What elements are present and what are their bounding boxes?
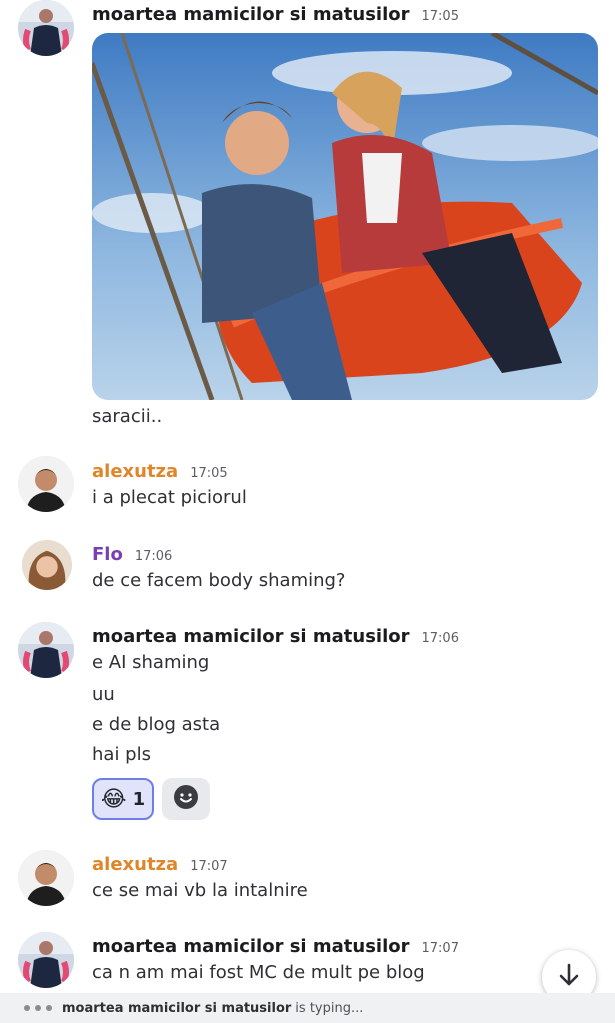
avatar[interactable] <box>18 0 74 56</box>
avatar[interactable] <box>18 456 74 512</box>
avatar[interactable] <box>18 850 74 906</box>
author-name[interactable]: moartea mamicilor si matusilor <box>92 626 410 647</box>
smile-icon <box>173 784 199 815</box>
message-text: saracii.. <box>92 406 163 427</box>
message-text: e AI shaming <box>92 652 210 673</box>
timestamp: 17:06 <box>421 631 459 646</box>
author-name[interactable]: Flo <box>92 544 123 565</box>
avatar[interactable] <box>22 540 72 590</box>
typing-user: moartea mamicilor si matusilor <box>62 1000 292 1016</box>
message-text: hai pls <box>92 744 151 765</box>
author-name[interactable]: moartea mamicilor si matusilor <box>92 936 410 957</box>
timestamp: 17:07 <box>421 941 459 956</box>
roller-coaster-photo[interactable] <box>92 33 598 400</box>
avatar[interactable] <box>18 622 74 678</box>
typing-indicator: moartea mamicilor si matusilor is typing… <box>0 993 615 1023</box>
timestamp: 17:05 <box>421 9 459 24</box>
message-text: ca n am mai fost MC de mult pe blog <box>92 962 425 983</box>
message-text: e de blog asta <box>92 714 221 735</box>
arrow-down-icon <box>556 962 582 992</box>
timestamp: 17:06 <box>134 549 173 564</box>
message-text: ce se mai vb la intalnire <box>92 880 308 901</box>
timestamp: 17:05 <box>190 466 228 481</box>
laughing-emoji: 😂 <box>100 786 127 812</box>
typing-dots-icon <box>24 1005 52 1011</box>
message-text: i a plecat piciorul <box>92 487 247 508</box>
message-text: uu <box>92 684 115 705</box>
author-name[interactable]: alexutza <box>92 461 178 482</box>
typing-suffix: is typing... <box>295 1000 364 1016</box>
author-name[interactable]: alexutza <box>92 854 178 875</box>
reaction-laughing[interactable]: 😂 1 <box>92 778 154 820</box>
timestamp: 17:07 <box>190 859 228 874</box>
add-reaction-button[interactable] <box>162 778 210 820</box>
reaction-bar: 😂 1 <box>92 778 210 820</box>
avatar[interactable] <box>18 932 74 988</box>
message-text: de ce facem body shaming? <box>92 570 346 591</box>
author-name[interactable]: moartea mamicilor si matusilor <box>92 4 410 25</box>
reaction-count: 1 <box>132 788 146 810</box>
